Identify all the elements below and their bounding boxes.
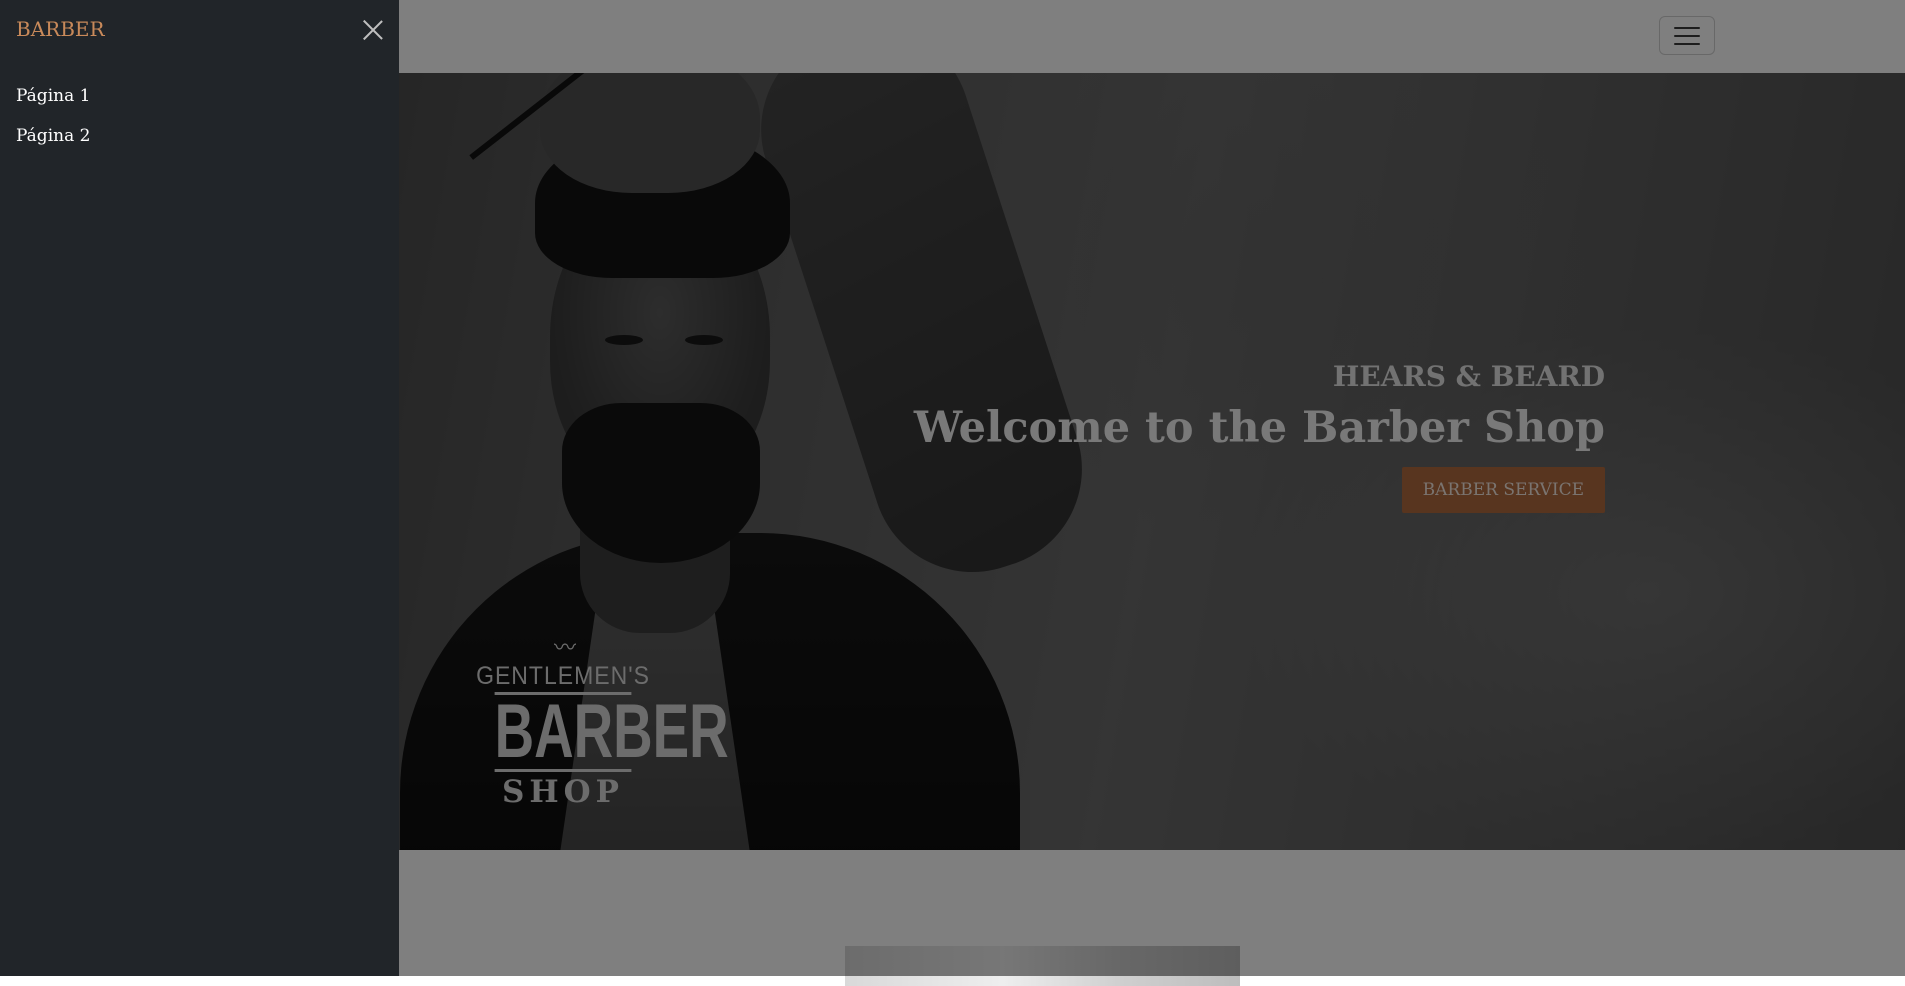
offcanvas-nav: Página 1 Página 2 bbox=[16, 85, 383, 165]
offcanvas-title: BARBER bbox=[16, 17, 105, 41]
offcanvas-menu: BARBER Página 1 Página 2 bbox=[0, 0, 399, 976]
close-icon[interactable] bbox=[363, 20, 383, 40]
nav-link-pagina-2[interactable]: Página 2 bbox=[16, 126, 90, 146]
nav-link-pagina-1[interactable]: Página 1 bbox=[16, 86, 90, 106]
nav-item-pagina-2[interactable]: Página 2 bbox=[16, 125, 383, 165]
nav-item-pagina-1[interactable]: Página 1 bbox=[16, 85, 383, 125]
offcanvas-header: BARBER bbox=[16, 0, 383, 63]
